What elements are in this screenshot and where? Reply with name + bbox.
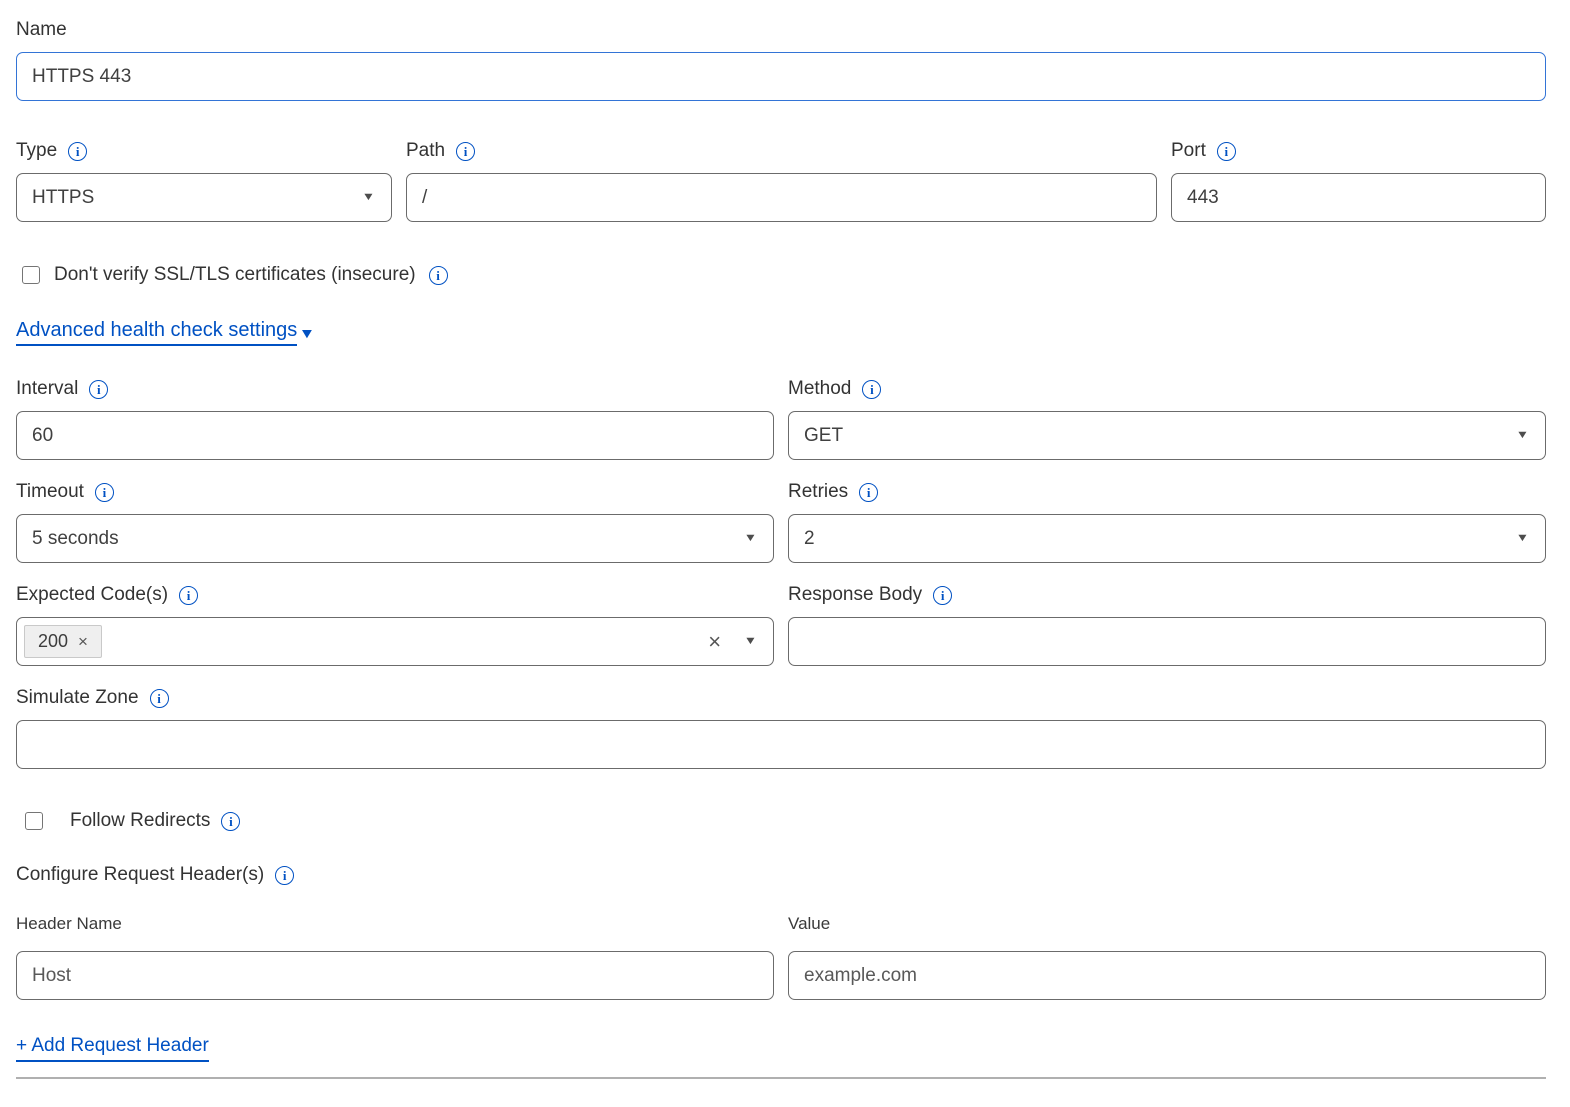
follow-redirects-checkbox[interactable] bbox=[25, 812, 43, 830]
expected-codes-select[interactable]: 200 × × ▼ bbox=[16, 617, 774, 666]
request-headers-section-label: Configure Request Header(s) bbox=[16, 863, 264, 887]
expected-codes-label: Expected Code(s) bbox=[16, 583, 168, 607]
verify-ssl-checkbox[interactable] bbox=[22, 266, 40, 284]
simulate-zone-label: Simulate Zone bbox=[16, 686, 139, 710]
info-icon[interactable]: i bbox=[1217, 142, 1236, 161]
name-label: Name bbox=[16, 18, 67, 42]
follow-redirects-row: Follow Redirects i bbox=[16, 810, 1546, 832]
timeout-select-value: 5 seconds bbox=[32, 528, 119, 550]
request-headers-section-label-row: Configure Request Header(s) i bbox=[16, 863, 1546, 887]
advanced-settings-label: Advanced health check settings bbox=[16, 319, 297, 346]
info-icon[interactable]: i bbox=[456, 142, 475, 161]
interval-input[interactable] bbox=[16, 411, 774, 460]
timeout-label: Timeout bbox=[16, 480, 84, 504]
type-select[interactable]: HTTPS ▼ bbox=[16, 173, 392, 222]
remove-tag-icon[interactable]: × bbox=[78, 632, 88, 652]
multiselect-controls: × ▼ bbox=[708, 631, 756, 653]
info-icon[interactable]: i bbox=[933, 586, 952, 605]
info-icon[interactable]: i bbox=[221, 812, 240, 831]
type-select-value: HTTPS bbox=[32, 187, 94, 209]
header-name-label: Header Name bbox=[16, 913, 774, 935]
response-body-input[interactable] bbox=[788, 617, 1546, 666]
path-input[interactable] bbox=[406, 173, 1157, 222]
retries-field: Retries i 2 ▼ bbox=[788, 480, 1546, 563]
path-field: Path i bbox=[406, 139, 1157, 222]
info-icon[interactable]: i bbox=[429, 266, 448, 285]
add-request-header-link[interactable]: + Add Request Header bbox=[16, 1035, 209, 1062]
method-label: Method bbox=[788, 377, 851, 401]
follow-redirects-label: Follow Redirects bbox=[70, 810, 210, 832]
advanced-settings-link[interactable]: Advanced health check settings ▼ bbox=[16, 319, 314, 346]
timeout-select[interactable]: 5 seconds ▼ bbox=[16, 514, 774, 563]
interval-field: Interval i bbox=[16, 377, 774, 460]
header-value-field: Value bbox=[788, 913, 1546, 1000]
verify-ssl-row: Don't verify SSL/TLS certificates (insec… bbox=[22, 264, 1546, 286]
info-icon[interactable]: i bbox=[150, 689, 169, 708]
timeout-field: Timeout i 5 seconds ▼ bbox=[16, 480, 774, 563]
info-icon[interactable]: i bbox=[862, 380, 881, 399]
method-select-value: GET bbox=[804, 425, 843, 447]
request-header-row: Header Name Value bbox=[16, 913, 1546, 1000]
expected-codes-field: Expected Code(s) i 200 × × ▼ bbox=[16, 583, 774, 666]
port-input[interactable] bbox=[1171, 173, 1546, 222]
info-icon[interactable]: i bbox=[275, 866, 294, 885]
chevron-down-icon: ▼ bbox=[1516, 533, 1530, 544]
verify-ssl-label: Don't verify SSL/TLS certificates (insec… bbox=[54, 264, 416, 286]
header-name-input[interactable] bbox=[16, 951, 774, 1000]
response-body-field: Response Body i bbox=[788, 583, 1546, 666]
retries-select-value: 2 bbox=[804, 528, 815, 550]
header-value-input[interactable] bbox=[788, 951, 1546, 1000]
interval-label: Interval bbox=[16, 377, 78, 401]
chevron-down-icon: ▼ bbox=[744, 533, 758, 544]
header-value-label: Value bbox=[788, 913, 1546, 935]
info-icon[interactable]: i bbox=[859, 483, 878, 502]
name-label-row: Name bbox=[16, 18, 1546, 42]
type-path-port-row: Type i HTTPS ▼ Path i Port i bbox=[16, 139, 1546, 222]
info-icon[interactable]: i bbox=[95, 483, 114, 502]
response-body-label: Response Body bbox=[788, 583, 922, 607]
expected-code-tag: 200 × bbox=[24, 625, 102, 658]
port-label: Port bbox=[1171, 139, 1206, 163]
advanced-settings-grid: Interval i Method i GET ▼ Timeout i 5 se… bbox=[16, 377, 1546, 666]
info-icon[interactable]: i bbox=[68, 142, 87, 161]
header-name-field: Header Name bbox=[16, 913, 774, 1000]
health-check-form: Name Type i HTTPS ▼ Path i Port i bbox=[0, 0, 1570, 1079]
chevron-down-icon: ▼ bbox=[299, 325, 316, 341]
retries-select[interactable]: 2 ▼ bbox=[788, 514, 1546, 563]
info-icon[interactable]: i bbox=[89, 380, 108, 399]
chevron-down-icon: ▼ bbox=[1516, 430, 1530, 441]
info-icon[interactable]: i bbox=[179, 586, 198, 605]
port-field: Port i bbox=[1171, 139, 1546, 222]
path-label: Path bbox=[406, 139, 445, 163]
clear-icon[interactable]: × bbox=[708, 631, 721, 653]
section-divider bbox=[16, 1077, 1546, 1079]
simulate-zone-field: Simulate Zone i bbox=[16, 686, 1546, 769]
type-label: Type bbox=[16, 139, 57, 163]
expected-code-tag-label: 200 bbox=[38, 631, 68, 652]
method-select[interactable]: GET ▼ bbox=[788, 411, 1546, 460]
type-field: Type i HTTPS ▼ bbox=[16, 139, 392, 222]
simulate-zone-input[interactable] bbox=[16, 720, 1546, 769]
method-field: Method i GET ▼ bbox=[788, 377, 1546, 460]
chevron-down-icon: ▼ bbox=[362, 192, 376, 203]
retries-label: Retries bbox=[788, 480, 848, 504]
chevron-down-icon[interactable]: ▼ bbox=[744, 636, 758, 647]
name-input[interactable] bbox=[16, 52, 1546, 101]
